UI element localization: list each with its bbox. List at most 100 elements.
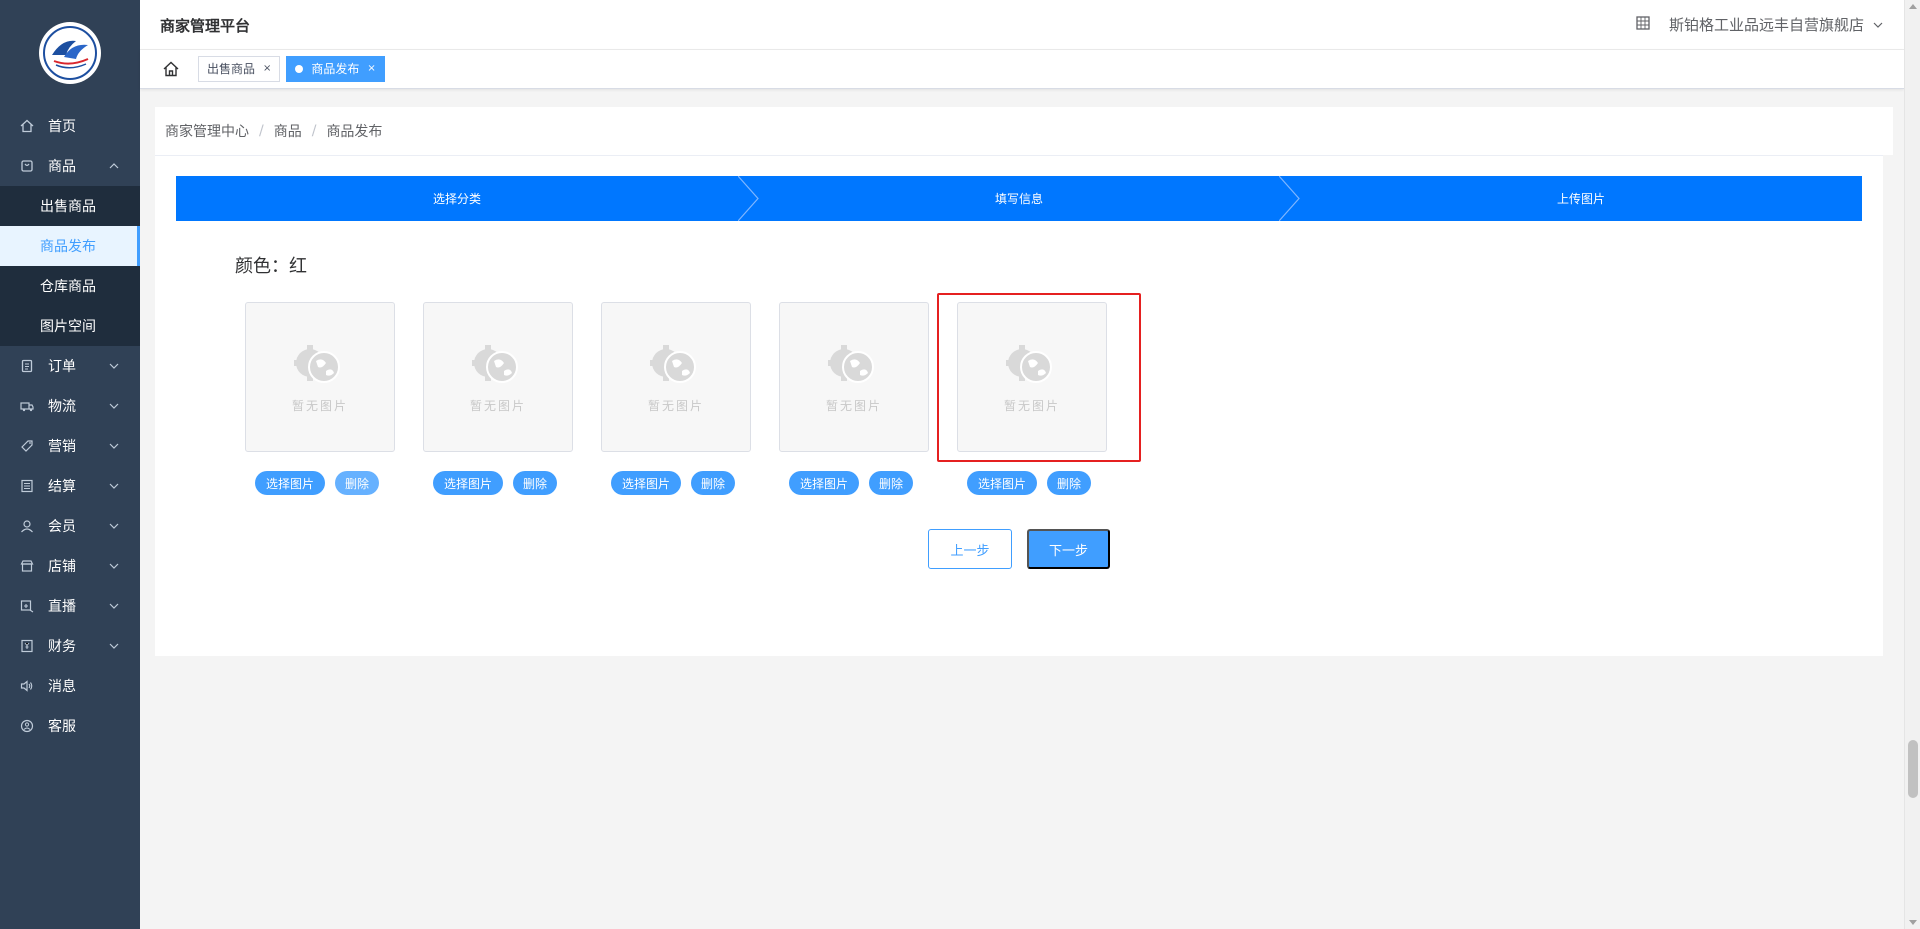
sidebar-item-label: 物流 — [48, 399, 76, 415]
sidebar-sub-item-image-space[interactable]: 图片空间 — [0, 306, 140, 346]
goods-submenu: 出售商品 商品发布 仓库商品 图片空间 — [0, 186, 140, 346]
tag-label: 出售商品 — [207, 62, 256, 76]
sidebar-sub-item-on-sale[interactable]: 出售商品 — [0, 186, 140, 226]
next-step-button[interactable]: 下一步 — [1027, 529, 1110, 569]
sidebar-item-goods[interactable]: 商品 — [0, 146, 140, 186]
tag-publish[interactable]: 商品发布 × — [286, 56, 385, 82]
step-fill-info: 填写信息 — [738, 176, 1300, 221]
delete-image-button[interactable]: 删除 — [335, 471, 379, 495]
sidebar-item-message[interactable]: 消息 — [0, 666, 140, 706]
step-label: 填写信息 — [994, 192, 1043, 206]
delete-image-button[interactable]: 删除 — [1047, 471, 1091, 495]
chevron-down-icon — [108, 600, 120, 612]
sidebar-item-label: 消息 — [48, 679, 76, 695]
sidebar-item-label: 财务 — [48, 639, 76, 655]
delete-image-button[interactable]: 删除 — [691, 471, 735, 495]
select-image-button[interactable]: 选择图片 — [433, 471, 503, 495]
scroll-up-icon[interactable] — [1909, 4, 1917, 9]
image-slot[interactable]: 暂无图片 — [423, 302, 573, 452]
tag-label: 商品发布 — [311, 62, 360, 76]
sidebar-item-label: 直播 — [48, 599, 76, 615]
sidebar-item-label: 会员 — [48, 519, 76, 535]
chevron-down-icon — [108, 440, 120, 452]
placeholder-text: 暂无图片 — [469, 398, 526, 413]
no-image-icon — [828, 344, 874, 383]
sidebar-item-store[interactable]: 店铺 — [0, 546, 140, 586]
close-icon[interactable]: × — [367, 57, 375, 81]
chevron-down-icon — [108, 560, 120, 572]
sidebar-item-logistics[interactable]: 物流 — [0, 386, 140, 426]
delete-image-button[interactable]: 删除 — [513, 471, 557, 495]
step-bar: 选择分类 填写信息 上传图片 — [176, 176, 1862, 221]
sidebar-item-live[interactable]: 直播 — [0, 586, 140, 626]
home-tab-icon[interactable] — [160, 58, 182, 80]
scroll-thumb[interactable] — [1908, 740, 1918, 798]
prev-step-button[interactable]: 上一步 — [928, 529, 1012, 569]
sub-item-label: 出售商品 — [40, 199, 96, 215]
service-icon — [20, 719, 34, 733]
sidebar-item-label: 店铺 — [48, 559, 76, 575]
no-image-icon — [1006, 344, 1052, 383]
placeholder-text: 暂无图片 — [647, 398, 704, 413]
sound-icon — [20, 679, 34, 693]
sidebar-item-member[interactable]: 会员 — [0, 506, 140, 546]
goods-icon — [20, 159, 34, 173]
sidebar-item-label: 客服 — [48, 719, 76, 735]
sidebar-sub-item-publish[interactable]: 商品发布 — [0, 226, 140, 266]
delete-image-button[interactable]: 删除 — [869, 471, 913, 495]
breadcrumb: 商家管理中心 / 商品 / 商品发布 — [155, 107, 1893, 155]
placeholder-text: 暂无图片 — [291, 398, 348, 413]
sub-item-label: 仓库商品 — [40, 279, 96, 295]
chevron-down-icon — [108, 400, 120, 412]
vertical-scrollbar[interactable] — [1904, 0, 1920, 929]
no-image-icon — [294, 344, 340, 383]
truck-icon — [20, 399, 34, 413]
sidebar-item-settlement[interactable]: 结算 — [0, 466, 140, 506]
sidebar-sub-item-warehouse[interactable]: 仓库商品 — [0, 266, 140, 306]
chevron-down-icon — [108, 520, 120, 532]
finance-icon — [20, 639, 34, 653]
sidebar-item-label: 订单 — [48, 359, 76, 375]
chevron-down-icon — [108, 480, 120, 492]
select-image-button[interactable]: 选择图片 — [255, 471, 325, 495]
sidebar-item-label: 营销 — [48, 439, 76, 455]
tags-view: 出售商品 × 商品发布 × — [140, 50, 1904, 89]
sidebar-item-home[interactable]: 首页 — [0, 106, 140, 146]
sidebar-item-label: 结算 — [48, 479, 76, 495]
sidebar-item-label: 首页 — [48, 119, 76, 135]
store-dropdown[interactable]: 斯铂格工业品远丰自营旗舰店 — [1669, 14, 1884, 35]
top-header: 商家管理平台 斯铂格工业品远丰自营旗舰店 — [140, 0, 1904, 50]
brand-logo — [39, 22, 101, 84]
sidebar-item-finance[interactable]: 财务 — [0, 626, 140, 666]
breadcrumb-separator: / — [311, 123, 317, 139]
tag-icon — [20, 439, 34, 453]
breadcrumb-item[interactable]: 商家管理中心 — [165, 121, 249, 141]
sidebar-item-service[interactable]: 客服 — [0, 706, 140, 746]
sidebar-item-order[interactable]: 订单 — [0, 346, 140, 386]
step-arrow-icon — [1279, 176, 1300, 221]
image-slot[interactable]: 暂无图片 — [957, 302, 1107, 452]
publish-panel: 选择分类 填写信息 上传图片 颜色：红 暂无图片 选择图片 删除 暂无图片 选择… — [155, 155, 1883, 656]
step-label: 上传图片 — [1556, 192, 1605, 206]
sidebar-item-marketing[interactable]: 营销 — [0, 426, 140, 466]
sub-item-label: 图片空间 — [40, 319, 96, 335]
breadcrumb-separator: / — [259, 123, 264, 139]
store-name: 斯铂格工业品远丰自营旗舰店 — [1668, 16, 1864, 34]
image-slot[interactable]: 暂无图片 — [779, 302, 929, 452]
user-icon — [20, 519, 34, 533]
breadcrumb-item[interactable]: 商品 — [274, 121, 302, 141]
platform-title: 商家管理平台 — [160, 17, 251, 35]
close-icon[interactable]: × — [263, 57, 271, 81]
store-icon — [20, 559, 34, 573]
select-image-button[interactable]: 选择图片 — [967, 471, 1037, 495]
home-icon — [20, 119, 34, 133]
sidebar: 首页 商品 出售商品 商品发布 仓库商品 图片空间 订单 物流 营销 结算 会员… — [0, 0, 140, 929]
image-slot[interactable]: 暂无图片 — [245, 302, 395, 452]
scroll-down-icon[interactable] — [1909, 920, 1917, 925]
active-dot — [295, 65, 304, 73]
tag-on-sale[interactable]: 出售商品 × — [198, 56, 281, 82]
select-image-button[interactable]: 选择图片 — [789, 471, 859, 495]
image-slot[interactable]: 暂无图片 — [601, 302, 751, 452]
fullscreen-icon[interactable] — [1635, 15, 1651, 35]
select-image-button[interactable]: 选择图片 — [611, 471, 681, 495]
